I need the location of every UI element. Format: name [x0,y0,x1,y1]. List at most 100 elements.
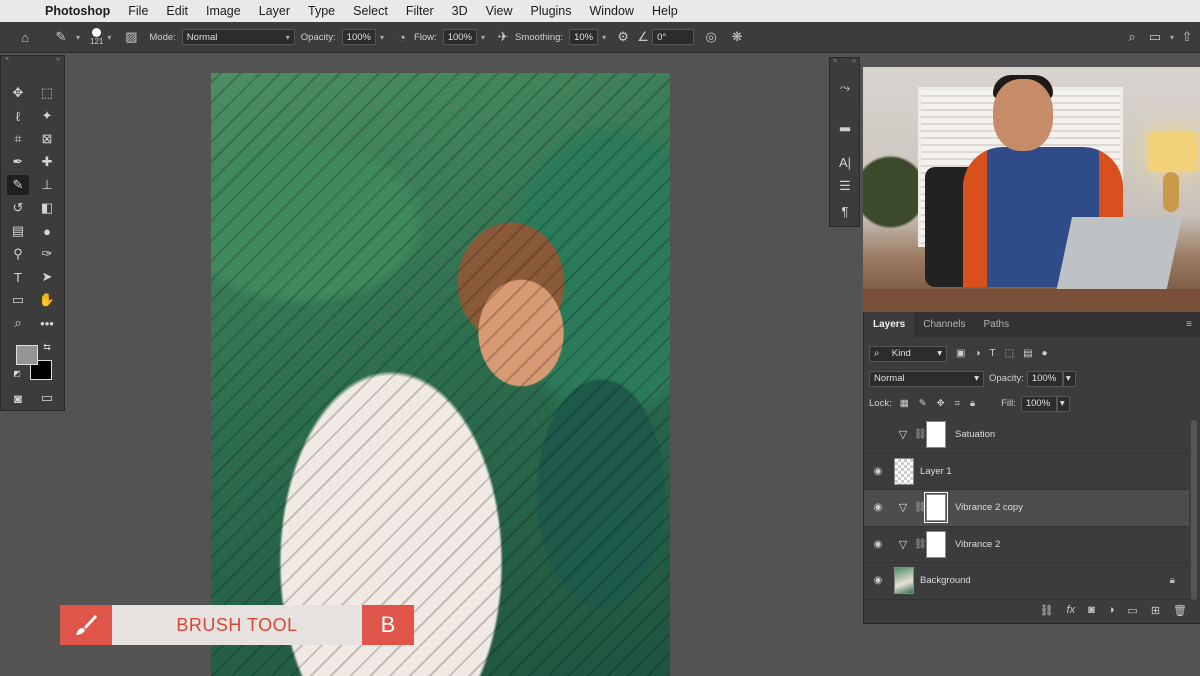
tab-paths[interactable]: Paths [975,312,1019,337]
airbrush-icon[interactable]: ✈ [491,29,515,45]
history-brush-tool-icon[interactable]: ↺ [7,198,29,218]
fill-dropdown[interactable]: ▾ [1056,395,1070,412]
close-icon[interactable]: × [833,58,837,68]
pressure-size-icon[interactable]: ◎ [694,29,728,45]
foreground-color-swatch[interactable] [16,345,38,365]
menu-layer[interactable]: Layer [250,4,299,18]
smart-object-filter-icon[interactable]: ▤ [1023,348,1032,359]
marquee-tool-icon[interactable]: ⬚ [36,83,58,103]
tab-layers[interactable]: Layers [864,312,915,337]
histogram-icon[interactable]: ▂ [834,114,856,134]
home-icon[interactable]: ⌂ [0,30,50,45]
eraser-tool-icon[interactable]: ◧ [36,198,58,218]
healing-brush-tool-icon[interactable]: ✚ [36,152,58,172]
more-tools-icon[interactable]: ••• [36,313,58,333]
search-icon[interactable]: ⌕ [1120,29,1144,45]
menu-help[interactable]: Help [643,4,687,18]
pen-tool-icon[interactable]: ✑ [36,244,58,264]
eye-icon[interactable]: ◉ [864,466,892,477]
canvas-document[interactable] [211,73,670,676]
layer-row-vibrance-2[interactable]: ◉ ▽ ⛓ Vibrance 2 [864,527,1189,563]
menu-plugins[interactable]: Plugins [522,4,581,18]
gradient-tool-icon[interactable]: ▤ [7,221,29,241]
layer-mask-thumbnail[interactable] [926,530,946,558]
default-colors-icon[interactable]: ◩ [11,367,23,379]
share-icon[interactable]: ⇧ [1174,29,1200,45]
link-icon[interactable]: ⛓ [914,539,927,550]
kind-filter-select[interactable]: ⌕ Kind ▾ [869,345,947,362]
crop-tool-icon[interactable]: ⌗ [7,129,29,149]
blend-mode-select[interactable]: Normal ▾ [869,370,984,387]
lock-all-icon[interactable]: 🔒︎ [970,398,975,409]
chevron-down-icon[interactable]: ▾ [602,33,606,42]
menu-3d[interactable]: 3D [443,4,477,18]
new-adjustment-layer-icon[interactable]: ◑ [1108,604,1115,617]
gear-icon[interactable]: ⚙ [612,29,634,45]
chevron-down-icon[interactable]: ▾ [481,33,485,42]
flow-field[interactable]: 100% [442,29,477,45]
menu-edit[interactable]: Edit [157,4,197,18]
adjustment-filter-icon[interactable]: ◑ [974,348,980,359]
paragraph-icon[interactable]: ¶ [834,201,856,221]
lock-pixels-icon[interactable]: ✎ [919,398,927,409]
mode-select[interactable]: Normal ▾ [181,29,295,45]
new-layer-icon[interactable]: ⊞ [1151,604,1160,617]
type-filter-icon[interactable]: T [990,348,996,359]
fx-icon[interactable]: fx [1067,604,1076,617]
trash-icon[interactable]: 🗑︎ [1173,604,1187,617]
chevron-down-icon[interactable]: ▾ [107,33,111,42]
layer-opacity-field[interactable]: 100% [1026,370,1063,387]
menu-select[interactable]: Select [344,4,397,18]
layer-row-satuation[interactable]: ◉ ▽ ⛓ Satuation [864,417,1189,454]
link-icon[interactable]: ⛓ [914,502,927,513]
chevron-down-icon[interactable]: ▾ [380,33,384,42]
smoothing-field[interactable]: 10% [569,29,599,45]
eye-icon[interactable]: ◉ [864,539,892,550]
brush-preset-icon[interactable]: ✎ [50,29,72,45]
quick-mask-icon[interactable]: ◙ [7,388,29,408]
new-group-icon[interactable]: ▭ [1127,604,1137,617]
lasso-tool-icon[interactable]: ℓ [7,106,29,126]
adjustments-icon[interactable]: ☰ [834,176,856,196]
lock-transparent-icon[interactable]: ▦ [900,398,909,409]
pressure-opacity-icon[interactable]: ◔ [390,30,414,45]
collapse-icon[interactable]: « [56,56,60,66]
layers-scrollbar[interactable] [1191,420,1197,600]
menu-window[interactable]: Window [581,4,643,18]
dodge-tool-icon[interactable]: ⚲ [7,244,29,264]
lock-position-icon[interactable]: ✥ [937,398,945,409]
brush-size-picker[interactable]: 121 [90,28,103,46]
menu-file[interactable]: File [119,4,157,18]
panel-menu-icon[interactable]: ≡ [1178,312,1200,337]
shape-filter-icon[interactable]: ⬚ [1005,348,1014,359]
link-icon[interactable]: ⛓ [914,429,927,440]
zoom-tool-icon[interactable]: ⌕ [7,313,29,333]
opacity-field[interactable]: 100% [341,29,376,45]
eyedropper-tool-icon[interactable]: ✒ [7,152,29,172]
swap-colors-icon[interactable]: ⇆ [40,340,54,354]
rectangle-tool-icon[interactable]: ▭ [7,290,29,310]
blur-tool-icon[interactable]: ● [36,221,58,241]
clone-stamp-tool-icon[interactable]: ⊥ [36,175,58,195]
menu-app-name[interactable]: Photoshop [36,4,119,18]
layer-row-vibrance-2-copy[interactable]: ◉ ▽ ⛓ Vibrance 2 copy [864,490,1189,527]
symmetry-icon[interactable]: ❋ [728,29,746,45]
workspace-icon[interactable]: ▭ [1144,29,1166,45]
layer-opacity-dropdown[interactable]: ▾ [1062,370,1076,387]
layer-mask-thumbnail[interactable] [924,492,948,524]
menu-type[interactable]: Type [299,4,344,18]
layer-row-background[interactable]: ◉ Background 🔒︎ [864,563,1189,600]
layer-mask-thumbnail[interactable] [926,421,946,449]
menu-image[interactable]: Image [197,4,250,18]
fill-field[interactable]: 100% [1020,395,1057,412]
brush-settings-icon[interactable]: ▨ [121,29,141,45]
menu-view[interactable]: View [477,4,522,18]
screen-mode-icon[interactable]: ▭ [36,388,58,408]
path-selection-tool-icon[interactable]: ➤ [36,267,58,287]
type-tool-icon[interactable]: T [7,267,29,287]
brush-tool-icon[interactable]: ✎ [7,175,29,195]
filter-toggle-icon[interactable]: ● [1042,348,1048,359]
visibility-toggle[interactable]: ◉ [864,429,892,440]
lock-artboard-icon[interactable]: ⌗ [955,398,960,409]
expand-icon[interactable]: » [852,58,856,68]
